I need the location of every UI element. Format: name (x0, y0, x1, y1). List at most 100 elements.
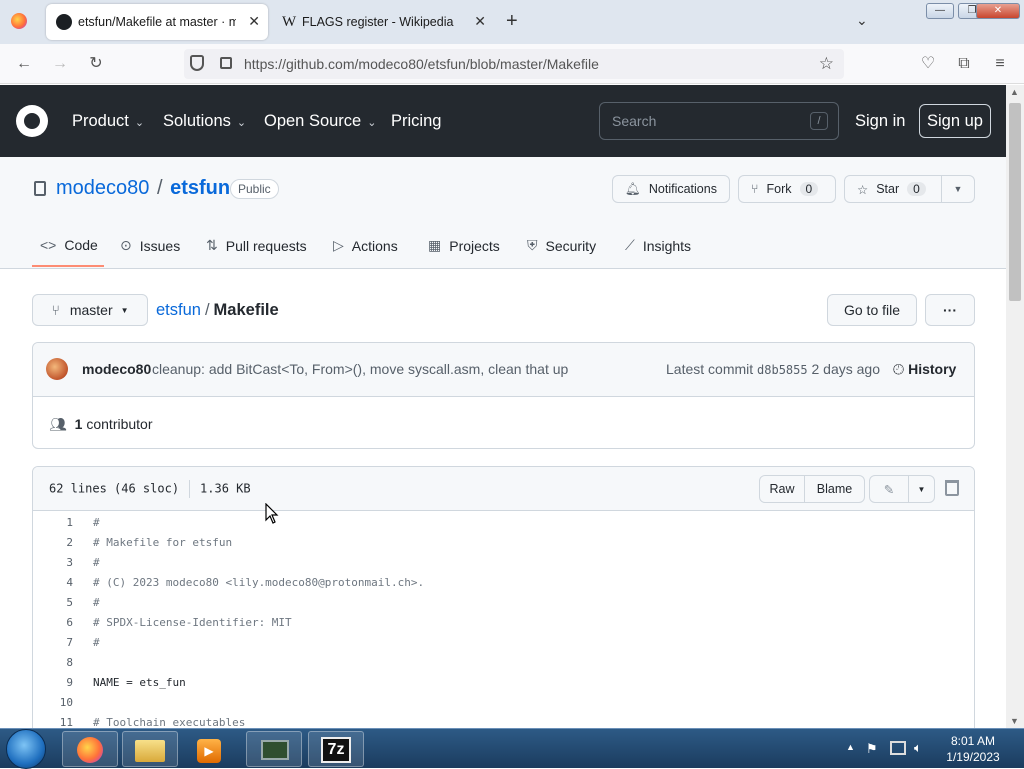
forward-icon[interactable]: → (50, 54, 70, 74)
line-number[interactable]: 8 (33, 656, 73, 669)
search-input[interactable]: Search / (599, 102, 839, 140)
line-content: # Makefile for etsfun (93, 536, 233, 549)
breadcrumb-repo-link[interactable]: etsfun (156, 301, 201, 319)
address-bar[interactable]: https://github.com/modeco80/etsfun/blob/… (184, 49, 844, 79)
more-options-button[interactable]: ··· (925, 294, 975, 326)
line-number[interactable]: 2 (33, 536, 73, 549)
notifications-button[interactable]: 🔔︎ Notifications (612, 175, 730, 203)
line-content: # (93, 516, 100, 529)
line-number[interactable]: 5 (33, 596, 73, 609)
tracking-protection-shield-icon[interactable] (190, 55, 204, 71)
commit-author[interactable]: modeco80 (82, 361, 151, 377)
minimize-window-button[interactable]: — (926, 3, 954, 19)
repo-title: modeco80 / etsfun (56, 177, 230, 200)
tab-github-makefile[interactable]: etsfun/Makefile at master · modeco80/ets… (46, 4, 268, 40)
tab-pull-requests[interactable]: ⇅ Pull requests (206, 237, 307, 254)
tab-insights-label: Insights (642, 237, 692, 254)
tab-security-label: Security (545, 237, 597, 254)
taskbar-file-explorer[interactable] (122, 731, 178, 767)
line-number[interactable]: 6 (33, 616, 73, 629)
commit-sha[interactable]: d8b5855 (757, 363, 808, 377)
branch-name: master (69, 302, 113, 318)
lock-icon[interactable] (220, 57, 232, 69)
repo-name-link[interactable]: etsfun (170, 177, 230, 199)
blame-button[interactable]: Blame (804, 475, 865, 503)
taskbar-7zip[interactable]: 7z (308, 731, 364, 767)
tab-insights[interactable]: ⟋ Insights (625, 237, 691, 254)
github-logo-icon[interactable] (16, 105, 48, 137)
star-label: Star (876, 182, 900, 196)
network-icon[interactable] (890, 741, 906, 755)
system-clock[interactable]: 8:01 AM 1/19/2023 (940, 733, 1006, 765)
bookmark-star-icon[interactable]: ☆ (819, 54, 834, 74)
tab-projects[interactable]: ▦ Projects (428, 237, 500, 254)
star-button[interactable]: ☆ Star 0 (844, 175, 942, 203)
taskbar-media-player[interactable]: ▶ (182, 731, 238, 767)
start-button-icon[interactable] (6, 729, 46, 769)
nav-solutions[interactable]: Solutions ⌄ (163, 112, 246, 131)
volume-icon[interactable]: 🔈︎ (914, 740, 922, 756)
scroll-up-arrow-icon[interactable]: ▲ (1010, 87, 1019, 97)
action-center-flag-icon[interactable]: ⚑ (866, 741, 878, 757)
back-icon[interactable]: ← (14, 54, 34, 74)
scroll-down-arrow-icon[interactable]: ▼ (1010, 716, 1019, 726)
contributors-link[interactable]: 👥︎ 1 contributor (49, 416, 153, 433)
nav-pricing-label: Pricing (391, 112, 442, 130)
taskbar-task-manager[interactable] (246, 731, 302, 767)
line-number[interactable]: 3 (33, 556, 73, 569)
breadcrumb-filename: Makefile (213, 301, 279, 319)
fork-button[interactable]: ⑂ Fork 0 (738, 175, 836, 203)
close-tab-icon[interactable]: ✕ (248, 13, 260, 30)
latest-commit-box: modeco80 cleanup: add BitCast<To, From>(… (32, 342, 975, 449)
tab-pull-requests-label: Pull requests (225, 237, 307, 254)
reload-icon[interactable]: ↻ (86, 54, 106, 74)
nav-product[interactable]: Product ⌄ (72, 112, 144, 131)
star-dropdown-button[interactable]: ▼ (941, 175, 975, 203)
taskbar-firefox[interactable] (62, 731, 118, 767)
edit-options-dropdown[interactable]: ▼ (908, 475, 935, 503)
pocket-icon[interactable]: ♡ (918, 54, 938, 74)
visibility-badge: Public (230, 179, 279, 199)
firefox-icon (77, 737, 103, 763)
extensions-icon[interactable]: ⧉ (954, 54, 974, 74)
show-hidden-icons-icon[interactable]: ▲ (846, 742, 855, 752)
history-link[interactable]: 🕘︎ History (893, 361, 956, 378)
repo-owner-link[interactable]: modeco80 (56, 177, 149, 199)
tab-actions[interactable]: ▷ Actions (333, 237, 398, 254)
line-number[interactable]: 1 (33, 516, 73, 529)
avatar[interactable] (46, 358, 68, 380)
raw-button[interactable]: Raw (759, 475, 805, 503)
go-to-file-button[interactable]: Go to file (827, 294, 917, 326)
new-tab-icon[interactable]: + (506, 10, 518, 33)
trash-icon[interactable] (945, 480, 959, 496)
list-all-tabs-icon[interactable]: ⌄ (856, 12, 868, 29)
line-content: # (C) 2023 modeco80 <lily.modeco80@proto… (93, 576, 425, 589)
file-header: 62 lines (46 sloc) 1.36 KB Raw Blame ✎ ▼ (33, 467, 974, 511)
line-number[interactable]: 9 (33, 676, 73, 689)
code-line: 9 NAME = ets_fun (33, 671, 974, 691)
line-number[interactable]: 7 (33, 636, 73, 649)
nav-open-source[interactable]: Open Source ⌄ (264, 112, 376, 131)
close-tab-icon[interactable]: ✕ (474, 13, 486, 30)
clock-time: 8:01 AM (950, 734, 996, 748)
sign-up-button[interactable]: Sign up (919, 104, 991, 138)
tab-issues[interactable]: ⊙ Issues (120, 237, 180, 254)
sign-in-link[interactable]: Sign in (855, 112, 905, 131)
commit-message[interactable]: cleanup: add BitCast<To, From>(), move s… (152, 361, 568, 377)
commit-row: modeco80 cleanup: add BitCast<To, From>(… (33, 343, 974, 397)
line-number[interactable]: 4 (33, 576, 73, 589)
tab-code[interactable]: <> Code (40, 237, 98, 253)
firefox-view-icon[interactable] (11, 13, 27, 29)
scrollbar-thumb[interactable] (1009, 103, 1021, 301)
edit-file-button[interactable]: ✎ (869, 475, 909, 503)
nav-pricing[interactable]: Pricing (391, 112, 441, 131)
tab-wikipedia-flags[interactable]: W FLAGS register - Wikipedia ✕ (272, 4, 494, 40)
menu-icon[interactable]: ≡ (990, 54, 1010, 74)
line-number[interactable]: 10 (33, 696, 73, 709)
branch-select-button[interactable]: ⑂ master ▼ (32, 294, 148, 326)
url-text: https://github.com/modeco80/etsfun/blob/… (244, 56, 599, 72)
tab-security[interactable]: ⛨ Security (527, 237, 596, 254)
page-scrollbar[interactable]: ▲ ▼ (1006, 85, 1024, 728)
close-window-button[interactable]: ✕ (976, 3, 1020, 19)
star-count: 0 (907, 182, 926, 196)
